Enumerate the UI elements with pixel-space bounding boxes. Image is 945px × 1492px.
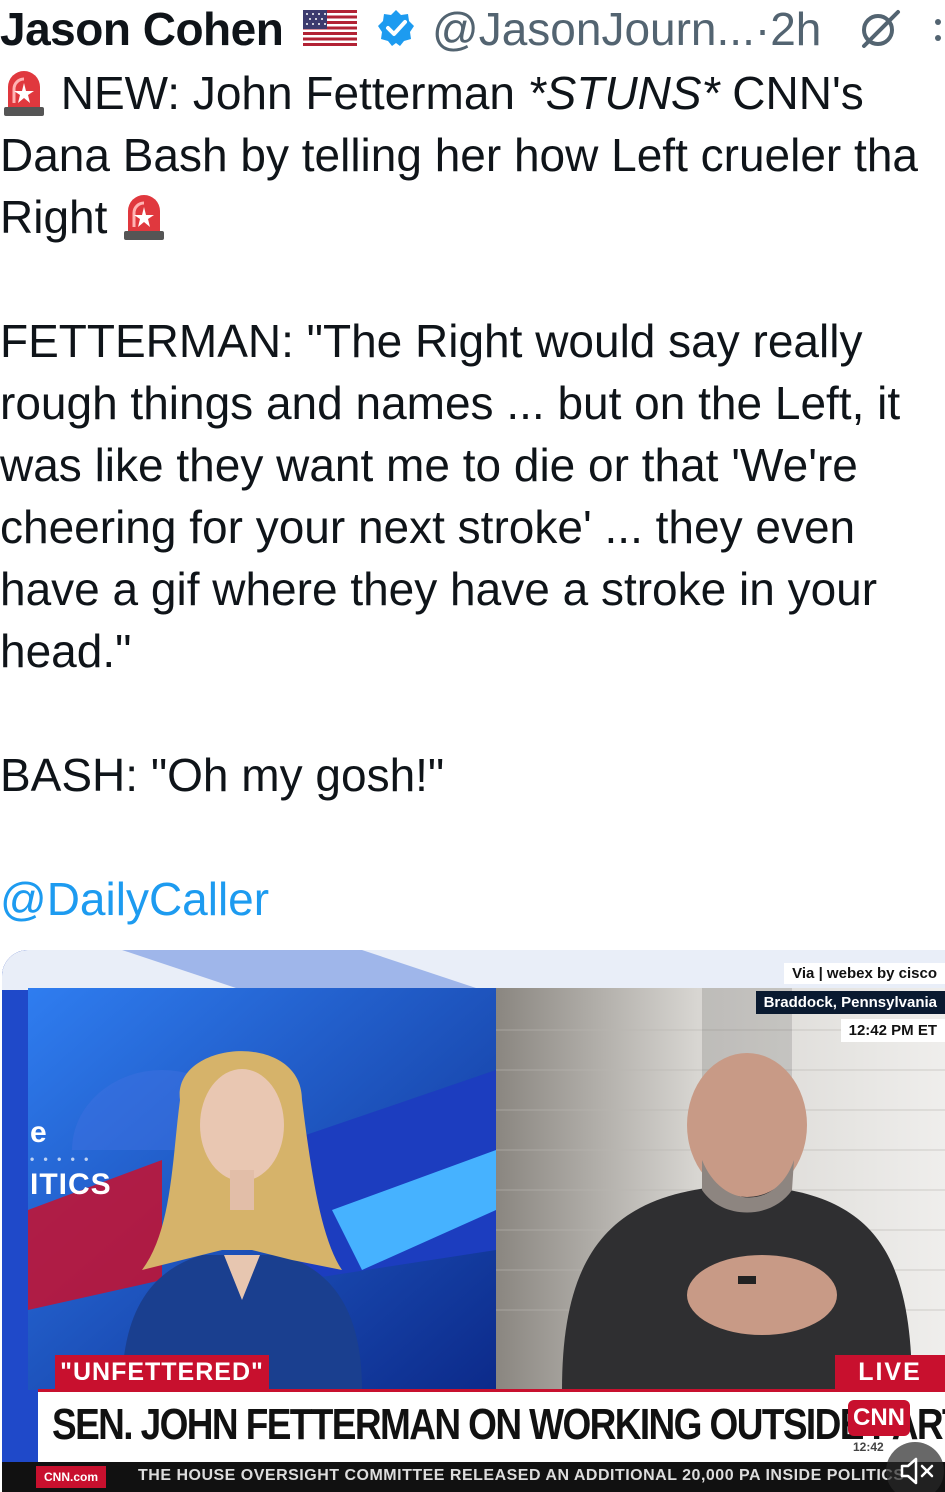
location-overlay: Braddock, Pennsylvania (755, 991, 945, 1014)
tweet-line: NEW: John Fetterman *STUNS* CNN's (0, 62, 945, 124)
tweet-line: head." (0, 625, 132, 677)
ticker-text: THE HOUSE OVERSIGHT COMMITTEE RELEASED A… (138, 1467, 905, 1484)
us-flag-icon (303, 10, 357, 46)
chyron-time: 12:42 (853, 1440, 884, 1454)
tweet-line: FETTERMAN: "The Right would say really (0, 315, 863, 367)
video-player[interactable]: Via | webex by cisco Braddock, Pennsylva… (2, 950, 945, 1492)
verified-badge-icon[interactable] (376, 8, 416, 48)
tweet-line: rough things and names ... but on the Le… (0, 377, 901, 429)
tweet-header: Jason Cohen @JasonJourn...·2h (0, 0, 945, 58)
tweet-line: cheering for your next stroke' ... they … (0, 501, 856, 553)
webex-credit: Via | webex by cisco (784, 963, 945, 984)
author-name[interactable]: Jason Cohen (0, 2, 284, 56)
more-options-icon[interactable] (928, 10, 945, 50)
author-handle-and-time[interactable]: @JasonJourn...·2h (432, 2, 821, 56)
show-name-graphic: e • • • • • ITICS (30, 1116, 112, 1201)
speaker-muted-icon (900, 1457, 934, 1485)
cnn-logo: CNN (848, 1400, 910, 1436)
police-siren-emoji (124, 195, 165, 240)
tweet-line: have a gif where they have a stroke in y… (0, 563, 878, 615)
grok-icon[interactable] (856, 6, 904, 52)
news-ticker: CNN.com THE HOUSE OVERSIGHT COMMITTEE RE… (2, 1462, 945, 1492)
chyron-text: SEN. JOHN FETTERMAN ON WORKING OUTSIDE P… (52, 1400, 945, 1449)
live-badge: LIVE (835, 1355, 945, 1389)
segment-label: "UNFETTERED" (55, 1355, 269, 1389)
mute-button[interactable] (886, 1442, 944, 1492)
tweet-line: BASH: "Oh my gosh!" (0, 749, 445, 801)
tweet-line: Dana Bash by telling her how Left cruele… (0, 129, 918, 181)
tweet-line: was like they want me to die or that 'We… (0, 439, 858, 491)
chyron: SEN. JOHN FETTERMAN ON WORKING OUTSIDE P… (38, 1389, 945, 1462)
police-siren-emoji (4, 71, 44, 116)
time-overlay: 12:42 PM ET (840, 1019, 945, 1042)
tweet-line: Right (0, 186, 945, 248)
tweet-text: NEW: John Fetterman *STUNS* CNN's Dana B… (0, 62, 945, 930)
mention-link[interactable]: @DailyCaller (0, 868, 945, 930)
ticker-logo: CNN.com (36, 1466, 106, 1488)
